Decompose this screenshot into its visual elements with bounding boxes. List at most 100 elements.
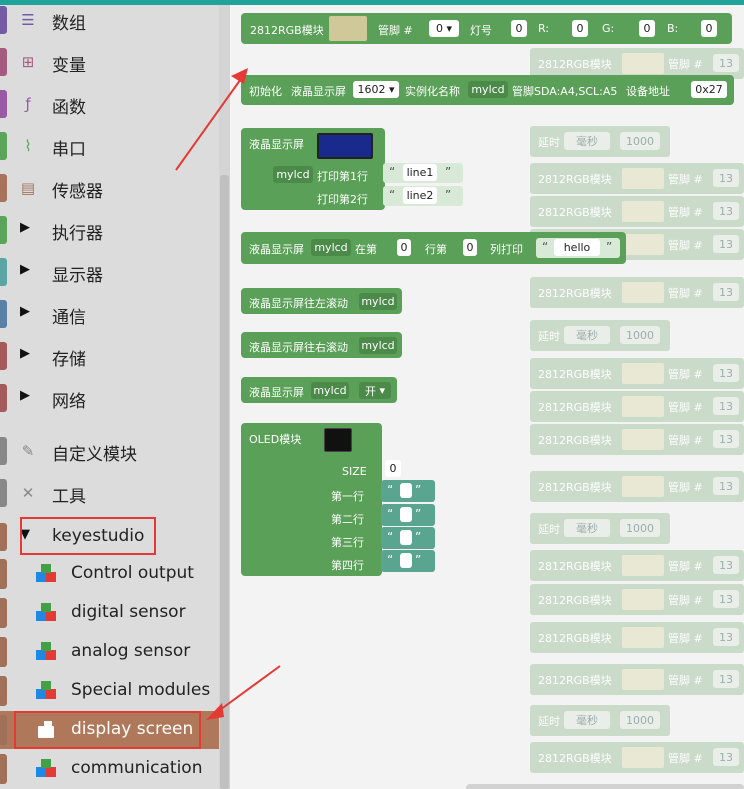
lcd-print-name[interactable]: mylcd — [273, 166, 313, 183]
sidebar-category-label: 网络 — [52, 392, 86, 412]
background-block: 2812RGB模块管脚 #13 — [530, 163, 744, 194]
sidebar-category-label: 存储 — [52, 350, 86, 370]
lcd-pos-text-socket[interactable]: “ hello ” — [536, 238, 620, 258]
keyestudio-subitem-0[interactable]: Control output — [0, 555, 219, 593]
lcd-onoff-title: 液晶显示屏 — [249, 386, 304, 399]
sidebar-category-5[interactable]: ▶ 执行器 — [0, 210, 219, 250]
lcd-init-block[interactable]: 初始化 液晶显示屏 1602 ▾ 实例化名称 mylcd 管脚SDA:A4,SC… — [241, 75, 734, 105]
blocks-icon — [36, 642, 56, 662]
lcd-addr-field[interactable]: 0x27 — [691, 81, 727, 98]
oled-row-1-socket[interactable]: “” — [381, 480, 435, 502]
lcd-pos-name[interactable]: mylcd — [311, 239, 351, 256]
lcd-addr-label: 设备地址 — [626, 85, 670, 98]
keyestudio-subitem-3[interactable]: Special modules — [0, 672, 219, 710]
lcd-pos-col-field[interactable]: 0 — [397, 239, 411, 256]
sidebar-category-label: keyestudio — [52, 526, 145, 546]
blocks-icon — [36, 759, 56, 779]
background-block: 延时 毫秒 1000 — [530, 320, 670, 351]
blocks-icon — [36, 681, 56, 701]
oled-row3-label: 第三行 — [331, 536, 364, 549]
lcd-row1-socket[interactable]: “ line1 ” — [383, 163, 463, 183]
background-block: 2812RGB模块管脚 #13 — [530, 424, 744, 455]
lcd-pos-print-label: 列打印 — [490, 243, 523, 256]
sidebar-category-label: 自定义模块 — [52, 445, 137, 465]
sidebar-scroll-thumb[interactable] — [220, 175, 229, 789]
category-color-bar — [0, 523, 7, 551]
keyestudio-subitem-4[interactable]: display screen — [0, 711, 219, 749]
lcd-scroll-left-block[interactable]: 液晶显示屏往左滚动 mylcd — [241, 288, 402, 314]
subitem-color-bar — [0, 637, 7, 667]
serial-icon: ⌇ — [24, 137, 32, 155]
lcd-init-label: 初始化 — [249, 85, 282, 98]
sidebar-category-7[interactable]: ▶ 通信 — [0, 294, 219, 334]
sidebar-category-4[interactable]: ▤ 传感器 — [0, 168, 219, 208]
sidebar-category-label: 传感器 — [52, 182, 103, 202]
background-block: 2812RGB模块管脚 #13 — [530, 471, 744, 502]
oled-screen-icon — [324, 428, 352, 452]
keyestudio-subitem-2[interactable]: analog sensor — [0, 633, 219, 671]
subitem-label: communication — [71, 758, 203, 778]
oled-size-field[interactable]: 0 — [385, 460, 401, 477]
sidebar-category-11[interactable]: ✕ 工具 — [0, 473, 219, 513]
lcd-onoff-dropdown[interactable]: 开 ▾ — [359, 382, 391, 399]
subitem-label: analog sensor — [71, 641, 191, 661]
lcd-scroll-right-block[interactable]: 液晶显示屏往右滚动 mylcd — [241, 332, 402, 358]
lcd-onoff-name[interactable]: mylcd — [311, 382, 349, 399]
sidebar-category-0[interactable]: ☰ 数组 — [0, 0, 219, 40]
lcd-print-block[interactable]: 液晶显示屏 mylcd 打印第1行 打印第2行 — [241, 128, 385, 210]
background-block: 2812RGB模块管脚 #13 — [530, 391, 744, 422]
lcd-right-name[interactable]: mylcd — [359, 337, 397, 354]
blocks-icon — [36, 603, 56, 623]
pen-icon: ✎ — [21, 442, 35, 460]
lcd-left-name[interactable]: mylcd — [359, 293, 397, 310]
sidebar-category-label: 串口 — [52, 140, 86, 160]
rgb-led-field[interactable]: 0 — [511, 20, 527, 37]
sidebar-category-8[interactable]: ▶ 存储 — [0, 336, 219, 376]
expand-arrow-icon: ▶ — [20, 304, 30, 319]
oled-title: OLED模块 — [249, 433, 302, 446]
variable-icon: ⊞ — [21, 53, 35, 71]
sidebar-category-label: 执行器 — [52, 224, 103, 244]
sidebar-category-12[interactable]: ▼ keyestudio — [0, 517, 219, 557]
sidebar-category-2[interactable]: ƒ 函数 — [0, 84, 219, 124]
block-workspace[interactable]: 2812RGB模块 管脚 #13 延时 毫秒 1000 2812RGB模块 管脚 #13 28… — [230, 5, 744, 789]
lcd-row2-socket[interactable]: “ line2 ” — [383, 186, 463, 206]
subitem-label: display screen — [71, 719, 194, 739]
lcd-onoff-block[interactable]: 液晶显示屏 mylcd 开 ▾ — [241, 377, 397, 403]
rgb-r-field[interactable]: 0 — [572, 20, 588, 37]
rgb-g-field[interactable]: 0 — [639, 20, 655, 37]
sidebar-category-9[interactable]: ▶ 网络 — [0, 378, 219, 418]
lcd-init-lcd-label: 液晶显示屏 — [291, 85, 346, 98]
oled-row-2-socket[interactable]: “” — [381, 504, 435, 526]
subitem-color-bar — [0, 754, 7, 784]
rgb-b-label: B: — [667, 22, 679, 35]
sidebar-category-1[interactable]: ⊞ 变量 — [0, 42, 219, 82]
oled-row2-label: 第二行 — [331, 513, 364, 526]
sidebar-category-6[interactable]: ▶ 显示器 — [0, 252, 219, 292]
blocks-icon — [36, 720, 56, 740]
subitem-label: Control output — [71, 563, 194, 583]
rgb-pin-dropdown[interactable]: 0 ▾ — [429, 20, 459, 37]
lcd-position-block[interactable]: 液晶显示屏 mylcd 在第 0 行第 0 列打印 “ hello ” — [241, 232, 626, 264]
workspace-h-scrollbar[interactable] — [466, 784, 744, 789]
background-block: 2812RGB模块管脚 #13 — [530, 622, 744, 653]
sidebar-category-10[interactable]: ✎ 自定义模块 — [0, 431, 219, 471]
sidebar-category-label: 函数 — [52, 98, 86, 118]
oled-row-4-socket[interactable]: “” — [381, 550, 435, 572]
background-block: 2812RGB模块管脚 #13 — [530, 550, 744, 581]
oled-block[interactable]: OLED模块 SIZE 第一行 第二行 第三行 第四行 — [241, 423, 382, 576]
category-color-bar — [0, 300, 7, 328]
lcd-pos-row-field[interactable]: 0 — [463, 239, 477, 256]
keyestudio-subitem-5[interactable]: communication — [0, 750, 219, 788]
oled-row-3-socket[interactable]: “” — [381, 527, 435, 549]
list-icon: ☰ — [21, 11, 35, 29]
keyestudio-subitem-1[interactable]: digital sensor — [0, 594, 219, 632]
sidebar-category-3[interactable]: ⌇ 串口 — [0, 126, 219, 166]
rgb-b-field[interactable]: 0 — [701, 20, 717, 37]
lcd-model-dropdown[interactable]: 1602 ▾ — [353, 81, 399, 98]
subitem-label: digital sensor — [71, 602, 186, 622]
category-color-bar — [0, 174, 7, 202]
lcd-row1-label: 打印第1行 — [317, 170, 368, 183]
lcd-inst-field[interactable]: mylcd — [468, 81, 508, 98]
rgb-module-block[interactable]: 2812RGB模块 管脚 # 0 ▾ 灯号 0 R: 0 G: 0 B: 0 — [241, 13, 732, 44]
